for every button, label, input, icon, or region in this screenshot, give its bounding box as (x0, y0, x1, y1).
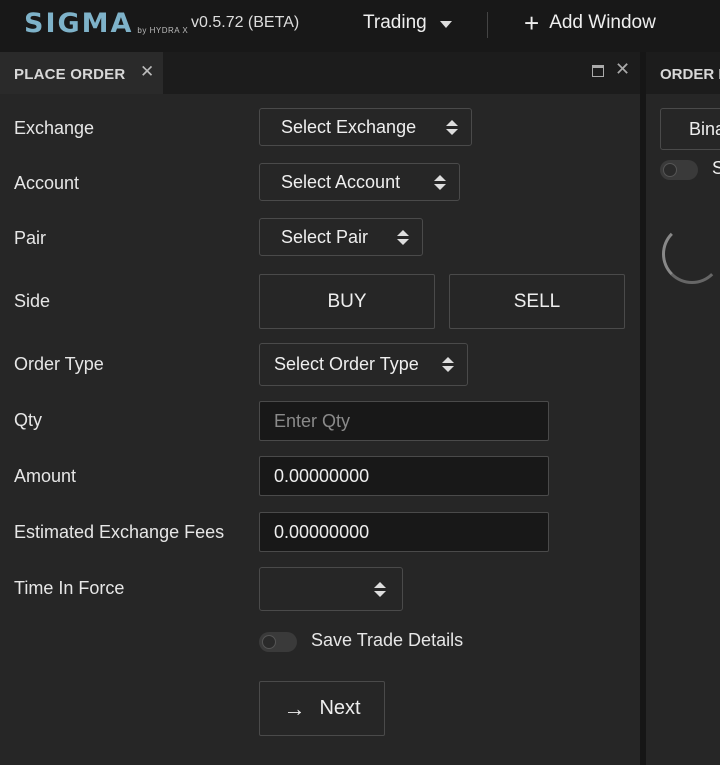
time-in-force-label: Time In Force (14, 578, 125, 598)
pair-label: Pair (14, 228, 47, 248)
up-down-arrows-icon (442, 357, 454, 373)
buy-button[interactable]: BUY (259, 274, 435, 329)
order-type-label: Order Type (14, 354, 104, 374)
next-label: Next (319, 697, 361, 719)
next-button[interactable]: → Next (259, 681, 385, 736)
arrow-right-icon: → (283, 695, 306, 721)
amount-input[interactable] (259, 456, 549, 496)
save-trade-details-label: Save Trade Details (311, 630, 464, 650)
toggle-knob (262, 635, 276, 649)
chevron-down-icon (439, 20, 452, 28)
save-trade-details-toggle[interactable] (259, 632, 297, 652)
pair-select[interactable]: Select Pair (259, 218, 423, 256)
exchange-select-value: Select Exchange (281, 116, 417, 137)
exchange-select-value: Bina (689, 119, 720, 139)
tab-title: PLACE ORDER (14, 66, 126, 83)
account-label: Account (14, 173, 80, 193)
app-version: v0.5.72 (BETA) (191, 14, 300, 31)
maximize-icon[interactable] (592, 65, 604, 77)
panel-tab-strip: PLACE ORDER ✕ ✕ (0, 52, 640, 94)
order-panel-toggle[interactable] (660, 160, 698, 180)
estimated-fees-input[interactable] (259, 512, 549, 552)
divider (487, 12, 488, 38)
tab-title: ORDER B (660, 66, 720, 83)
add-window-button[interactable]: + Add Window (524, 8, 656, 38)
order-panel-toggle-label: S (712, 158, 720, 178)
place-order-panel: PLACE ORDER ✕ ✕ Exchange Select Exchange… (0, 52, 640, 765)
add-window-label: Add Window (549, 12, 656, 33)
workspace-dropdown[interactable]: Trading (363, 12, 452, 34)
top-bar: SIGMA by HYDRA X v0.5.72 (BETA) Trading … (0, 0, 720, 52)
tab-order-book[interactable]: ORDER B (646, 52, 720, 94)
account-select[interactable]: Select Account (259, 163, 460, 201)
tab-place-order[interactable]: PLACE ORDER ✕ (0, 52, 163, 94)
toggle-knob (663, 163, 677, 177)
side-label: Side (14, 291, 51, 311)
loading-spinner-icon (662, 224, 720, 284)
time-in-force-select[interactable] (259, 567, 403, 611)
estimated-fees-label: Estimated Exchange Fees (14, 522, 225, 542)
workspace-label: Trading (363, 12, 427, 33)
up-down-arrows-icon (434, 175, 446, 191)
qty-input[interactable] (259, 401, 549, 441)
sell-button[interactable]: SELL (449, 274, 625, 329)
up-down-arrows-icon (374, 582, 386, 598)
qty-label: Qty (14, 410, 43, 430)
exchange-select[interactable]: Select Exchange (259, 108, 472, 146)
order-type-select-value: Select Order Type (274, 354, 419, 374)
brand-logo: SIGMA by HYDRA X (24, 8, 188, 40)
close-icon[interactable]: ✕ (615, 59, 630, 80)
up-down-arrows-icon (446, 120, 458, 136)
pair-select-value: Select Pair (281, 226, 369, 247)
exchange-select[interactable]: Bina (660, 108, 720, 150)
order-type-select[interactable]: Select Order Type (259, 343, 468, 386)
amount-label: Amount (14, 466, 77, 486)
exchange-label: Exchange (14, 118, 95, 138)
order-book-panel: ORDER B Bina S (646, 52, 720, 765)
plus-icon: + (524, 8, 540, 38)
brand-name: SIGMA (24, 8, 134, 39)
account-select-value: Select Account (281, 171, 401, 192)
brand-subtitle: by HYDRA X (137, 26, 189, 35)
up-down-arrows-icon (397, 230, 409, 246)
close-icon[interactable]: ✕ (140, 62, 154, 82)
